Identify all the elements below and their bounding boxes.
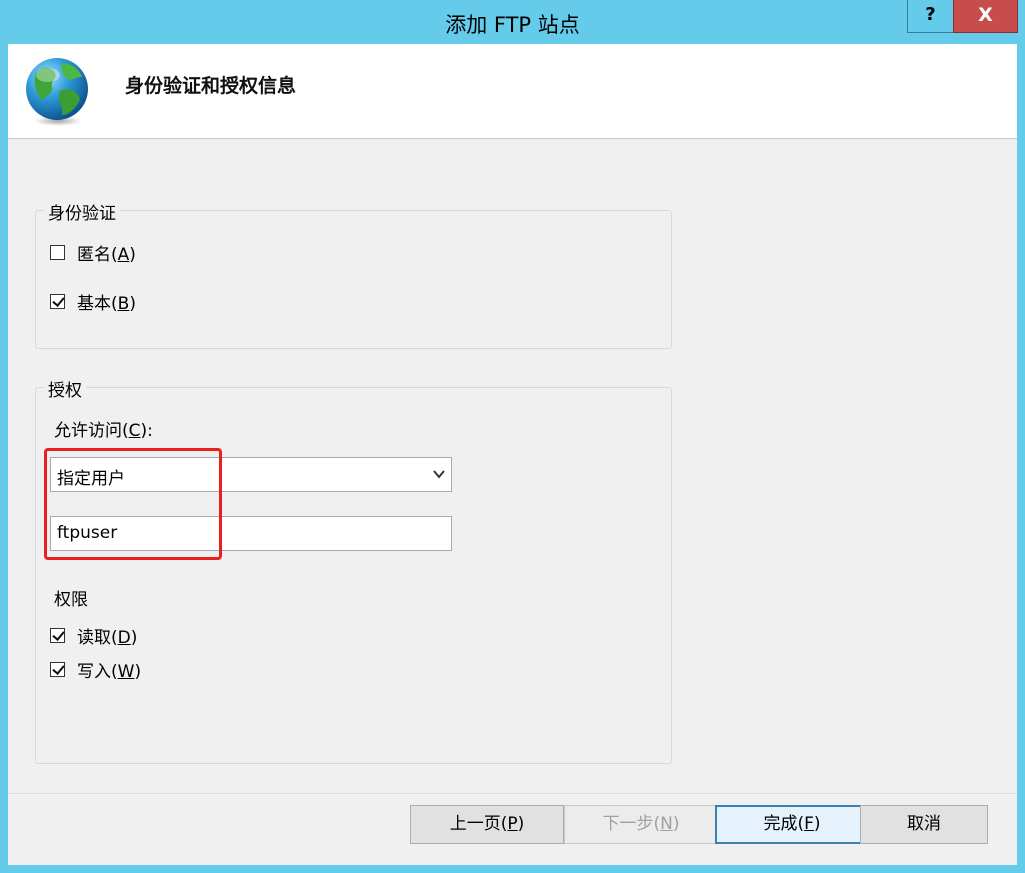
close-button[interactable]: X (953, 0, 1018, 33)
write-label: 写入(W) (77, 661, 142, 682)
authentication-legend: 身份验证 (44, 199, 120, 224)
basic-checkbox[interactable] (50, 293, 65, 309)
authorization-legend: 授权 (44, 376, 86, 401)
allow-access-selected-value: 指定用户 (57, 469, 125, 489)
basic-label: 基本(B) (77, 293, 136, 314)
chevron-down-icon (433, 470, 445, 479)
allow-access-dropdown[interactable]: 指定用户 (50, 457, 452, 492)
user-name-input[interactable]: ftpuser (50, 516, 452, 551)
write-checkbox-row[interactable]: 写入(W) (50, 658, 142, 682)
anonymous-label: 匿名(A) (77, 244, 136, 265)
anonymous-checkbox-row[interactable]: 匿名(A) (50, 241, 136, 265)
authentication-group: 身份验证 匿名(A) 基本(B) (35, 199, 672, 349)
read-label: 读取(D) (77, 627, 138, 648)
permissions-label: 权限 (54, 590, 88, 610)
window-title: 添加 FTP 站点 (445, 13, 580, 37)
wizard-header: 身份验证和授权信息 (8, 44, 1017, 139)
authorization-group: 授权 允许访问(C): 指定用户 ftpuser 权限 读取(D) 写入(W) (35, 376, 672, 764)
anonymous-checkbox[interactable] (50, 244, 65, 260)
page-title: 身份验证和授权信息 (125, 75, 297, 97)
help-button[interactable]: ? (907, 0, 954, 33)
footer-separator (8, 793, 1017, 794)
finish-button[interactable]: 完成(F) (715, 805, 869, 844)
read-checkbox-row[interactable]: 读取(D) (50, 624, 138, 648)
globe-icon (26, 58, 88, 126)
read-checkbox[interactable] (50, 627, 65, 643)
allow-access-label: 允许访问(C): (54, 421, 153, 441)
add-ftp-site-dialog: 添加 FTP 站点 ? X 身份验证和授权信息 身份验证 匿名(A) 基本(B)… (0, 0, 1025, 873)
cancel-button[interactable]: 取消 (860, 805, 988, 844)
user-name-value: ftpuser (57, 523, 118, 543)
basic-checkbox-row[interactable]: 基本(B) (50, 290, 136, 314)
previous-button[interactable]: 上一页(P) (410, 805, 564, 844)
title-bar[interactable]: 添加 FTP 站点 ? X (0, 0, 1025, 44)
wizard-content: 身份验证 匿名(A) 基本(B) 授权 允许访问(C): 指定用户 ftpuse… (8, 139, 1017, 865)
next-button[interactable]: 下一步(N) (564, 805, 718, 844)
write-checkbox[interactable] (50, 661, 65, 677)
